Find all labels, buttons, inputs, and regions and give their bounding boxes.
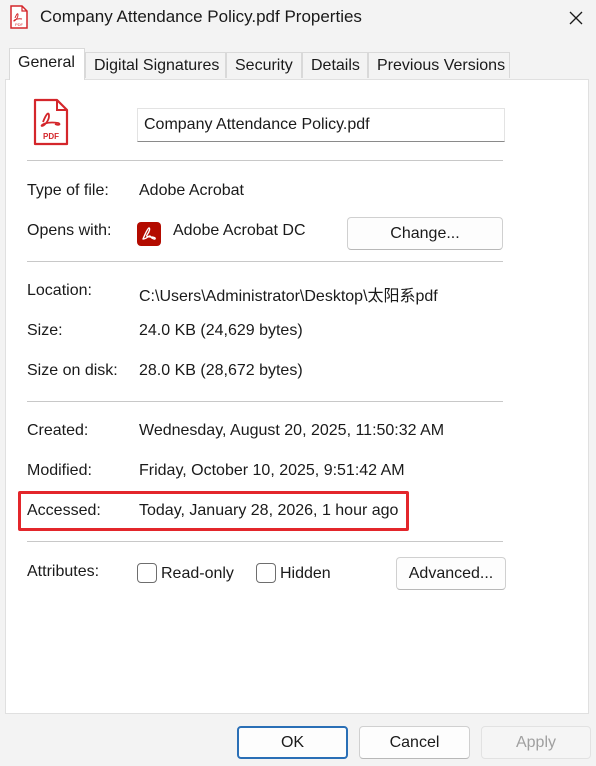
size-label: Size: — [27, 322, 63, 339]
opens-with-value: Adobe Acrobat DC — [173, 222, 306, 239]
ok-button[interactable]: OK — [237, 726, 348, 759]
tab-previous-versions[interactable]: Previous Versions — [368, 52, 510, 78]
cancel-button[interactable]: Cancel — [359, 726, 470, 759]
window-title: Company Attendance Policy.pdf Properties — [40, 7, 362, 26]
tab-general[interactable]: General — [9, 48, 85, 80]
separator — [27, 160, 503, 161]
modified-value: Friday, October 10, 2025, 9:51:42 AM — [139, 462, 405, 479]
svg-text:PDF: PDF — [43, 132, 59, 141]
created-label: Created: — [27, 422, 89, 439]
tab-details[interactable]: Details — [302, 52, 368, 78]
close-button[interactable] — [555, 0, 596, 36]
type-label: Type of file: — [27, 182, 109, 199]
modified-label: Modified: — [27, 462, 92, 479]
size-on-disk-label: Size on disk: — [27, 362, 118, 379]
advanced-button[interactable]: Advanced... — [396, 557, 506, 590]
pdf-document-icon: PDF — [33, 98, 69, 146]
title-bar: PDF Company Attendance Policy.pdf Proper… — [0, 0, 596, 36]
general-panel — [5, 79, 589, 714]
size-value: 24.0 KB (24,629 bytes) — [139, 322, 303, 339]
location-label: Location: — [27, 282, 92, 299]
svg-text:PDF: PDF — [15, 22, 24, 27]
created-value: Wednesday, August 20, 2025, 11:50:32 AM — [139, 422, 445, 439]
tab-digital-signatures[interactable]: Digital Signatures — [85, 52, 226, 78]
change-button[interactable]: Change... — [347, 217, 503, 250]
hidden-checkbox[interactable] — [256, 563, 276, 583]
file-name-field[interactable] — [137, 108, 505, 142]
size-on-disk-value: 28.0 KB (28,672 bytes) — [139, 362, 303, 379]
readonly-checkbox[interactable] — [137, 563, 157, 583]
acrobat-icon — [137, 222, 161, 246]
type-value: Adobe Acrobat — [139, 182, 244, 199]
attributes-label: Attributes: — [27, 563, 100, 580]
apply-button[interactable]: Apply — [481, 726, 591, 759]
location-value: C:\Users\Administrator\Desktop\太阳系pdf — [139, 288, 438, 305]
pdf-file-icon: PDF — [10, 5, 28, 29]
separator — [27, 541, 503, 542]
opens-with-label: Opens with: — [27, 222, 112, 239]
separator — [27, 261, 503, 262]
hidden-label: Hidden — [280, 565, 331, 582]
tab-security[interactable]: Security — [226, 52, 302, 78]
separator — [27, 401, 503, 402]
close-icon — [569, 11, 582, 25]
readonly-label: Read-only — [161, 565, 234, 582]
tab-bar: General Digital Signatures Security Deta… — [0, 36, 596, 80]
accessed-highlight-box — [18, 491, 409, 531]
